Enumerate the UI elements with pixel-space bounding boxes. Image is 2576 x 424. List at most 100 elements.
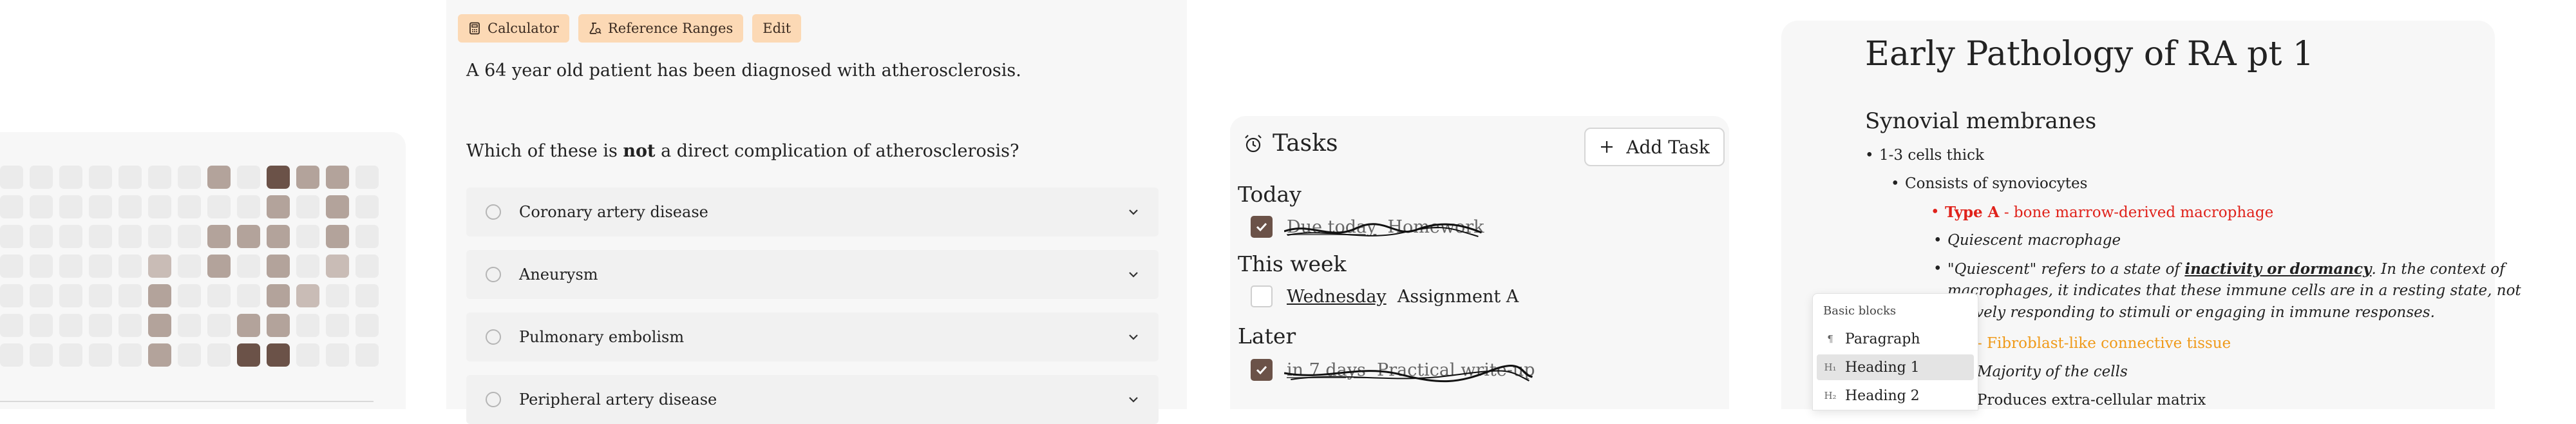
heatmap-cell bbox=[267, 225, 290, 248]
checkmark-icon bbox=[1256, 365, 1267, 375]
heatmap-cell bbox=[89, 225, 112, 248]
task-date: Due today bbox=[1287, 217, 1377, 237]
bullet-line[interactable]: 1-3 cells thick bbox=[1865, 147, 1984, 164]
alarm-clock-icon bbox=[1245, 134, 1262, 152]
heatmap-cell bbox=[267, 166, 290, 189]
answer-option[interactable]: Peripheral artery disease bbox=[466, 375, 1159, 424]
task-checkbox[interactable] bbox=[1251, 285, 1273, 307]
heatmap-cell bbox=[296, 225, 319, 248]
task-text[interactable]: in 7 days Practical write-up bbox=[1284, 360, 1535, 382]
line-text-bold: Type A bbox=[1945, 204, 2000, 221]
task-checkbox[interactable] bbox=[1251, 359, 1273, 381]
menu-item-heading-2[interactable]: H₂ Heading 2 bbox=[1817, 383, 1974, 409]
heatmap-cell bbox=[207, 255, 231, 278]
heatmap-cell bbox=[59, 314, 82, 337]
heatmap-cell bbox=[355, 195, 379, 218]
line-text: Produces extra-cellular matrix bbox=[1977, 392, 2206, 409]
heatmap-cell bbox=[148, 314, 171, 337]
answer-option[interactable]: Coronary artery disease bbox=[466, 188, 1159, 236]
chevron-down-icon[interactable] bbox=[1126, 392, 1141, 407]
section-heading-this-week: This week bbox=[1238, 251, 1347, 276]
heatmap-cell bbox=[296, 255, 319, 278]
heatmap-cell bbox=[355, 225, 379, 248]
heatmap-cell bbox=[207, 314, 231, 337]
menu-item-label: Heading 1 bbox=[1845, 359, 1920, 376]
activity-heatmap bbox=[0, 166, 379, 367]
heatmap-cell bbox=[355, 255, 379, 278]
document-title[interactable]: Early Pathology of RA pt 1 bbox=[1865, 35, 2314, 73]
edit-button[interactable]: Edit bbox=[752, 14, 802, 43]
task-text[interactable]: Due today Homework bbox=[1284, 217, 1484, 237]
chevron-down-icon[interactable] bbox=[1126, 205, 1141, 219]
heatmap-cell bbox=[148, 225, 171, 248]
task-text[interactable]: Wednesday Assignment A bbox=[1287, 287, 1519, 307]
heatmap-cell bbox=[237, 343, 260, 367]
line-text: macrophages, it indicates that these imm… bbox=[1947, 282, 2521, 299]
heatmap-cell bbox=[59, 343, 82, 367]
text-line[interactable]: macrophages, it indicates that these imm… bbox=[1947, 282, 2521, 299]
answer-option[interactable]: Aneurysm bbox=[466, 250, 1159, 299]
radio-button[interactable] bbox=[486, 329, 501, 345]
add-task-label: Add Task bbox=[1626, 136, 1710, 158]
heatmap-cell bbox=[355, 314, 379, 337]
heatmap-cell bbox=[59, 284, 82, 307]
heatmap-cell bbox=[30, 195, 53, 218]
task-date: in 7 days bbox=[1287, 360, 1366, 380]
heatmap-cell bbox=[178, 314, 201, 337]
radio-button[interactable] bbox=[486, 267, 501, 282]
heatmap-cell bbox=[0, 314, 23, 337]
line-text: . In the context of bbox=[2371, 261, 2505, 278]
heatmap-cell bbox=[326, 225, 349, 248]
chevron-down-icon[interactable] bbox=[1126, 267, 1141, 282]
paragraph-icon: ¶ bbox=[1827, 333, 1833, 345]
task-item: in 7 days Practical write-up bbox=[1251, 359, 1535, 382]
radio-button[interactable] bbox=[486, 204, 501, 220]
heatmap-cell bbox=[178, 166, 201, 189]
prompt-text-end: a direct complication of atherosclerosis… bbox=[655, 141, 1019, 161]
heatmap-cell bbox=[59, 225, 82, 248]
text-line[interactable]: - Fibroblast-like connective tissue bbox=[1977, 335, 2231, 352]
calculator-icon bbox=[469, 22, 480, 35]
heatmap-cell bbox=[237, 195, 260, 218]
menu-item-label: Heading 2 bbox=[1845, 387, 1920, 404]
flask-icon bbox=[589, 23, 601, 34]
section-heading[interactable]: Synovial membranes bbox=[1865, 108, 2096, 134]
text-line[interactable]: Majority of the cells bbox=[1977, 363, 2128, 380]
chevron-down-icon[interactable] bbox=[1126, 330, 1141, 344]
block-type-menu: Basic blocks ¶ Paragraph H₁ Heading 1 H₂… bbox=[1812, 293, 1978, 410]
heatmap-cell bbox=[296, 314, 319, 337]
task-item: Due today Homework bbox=[1251, 216, 1484, 238]
add-task-button[interactable]: Add Task bbox=[1584, 128, 1725, 166]
line-text: Consists of synoviocytes bbox=[1905, 175, 2088, 192]
task-checkbox[interactable] bbox=[1251, 216, 1273, 238]
answer-option[interactable]: Pulmonary embolism bbox=[466, 313, 1159, 361]
bullet-line[interactable]: Quiescent macrophage bbox=[1933, 232, 2121, 249]
heatmap-cell bbox=[178, 255, 201, 278]
heatmap-cell bbox=[326, 284, 349, 307]
calculator-button[interactable]: Calculator bbox=[458, 14, 569, 43]
heatmap-cell bbox=[89, 255, 112, 278]
bullet-line[interactable]: "Quiescent" refers to a state of inactiv… bbox=[1933, 260, 2505, 278]
edit-label: Edit bbox=[762, 21, 791, 36]
heatmap-cell bbox=[267, 255, 290, 278]
menu-item-paragraph[interactable]: ¶ Paragraph bbox=[1817, 326, 1974, 352]
heatmap-cell bbox=[326, 255, 349, 278]
question-prompt: Which of these is not a direct complicat… bbox=[466, 141, 1019, 161]
menu-item-heading-1[interactable]: H₁ Heading 1 bbox=[1817, 354, 1974, 380]
bullet-line[interactable]: Type A - bone marrow-derived macrophage bbox=[1931, 204, 2273, 221]
heatmap-cell bbox=[30, 284, 53, 307]
text-line[interactable]: Produces extra-cellular matrix bbox=[1977, 392, 2206, 409]
heatmap-cell bbox=[207, 225, 231, 248]
bullet-line[interactable]: Consists of synoviocytes bbox=[1891, 175, 2088, 192]
text-line[interactable]: actively responding to stimuli or engagi… bbox=[1947, 304, 2435, 321]
heatmap-cell bbox=[118, 225, 142, 248]
line-text: actively responding to stimuli or engagi… bbox=[1947, 304, 2435, 321]
reference-ranges-button[interactable]: Reference Ranges bbox=[578, 14, 744, 43]
heatmap-cell bbox=[89, 343, 112, 367]
heatmap-cell bbox=[148, 343, 171, 367]
heatmap-cell bbox=[355, 166, 379, 189]
radio-button[interactable] bbox=[486, 392, 501, 407]
heatmap-cell bbox=[30, 225, 53, 248]
section-heading-today: Today bbox=[1238, 182, 1302, 207]
tasks-header: Tasks bbox=[1243, 130, 1338, 157]
